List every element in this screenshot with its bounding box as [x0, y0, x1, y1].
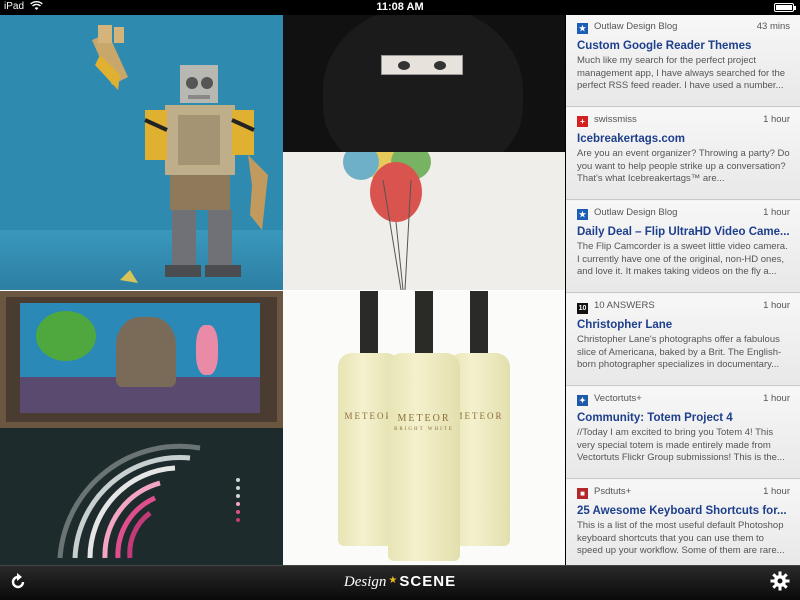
feed-item-excerpt: Are you an event organizer? Throwing a p… — [577, 148, 790, 184]
feed-item-source: ★ Outlaw Design Blog 43 mins — [577, 21, 790, 34]
cartoon-image-tile[interactable] — [0, 291, 283, 428]
feed-item[interactable]: ★ Outlaw Design Blog 43 mins Custom Googl… — [566, 15, 800, 107]
star-icon: ★ — [577, 23, 588, 34]
feed-item-time: 43 mins — [756, 21, 790, 32]
logo-star-icon: ★ — [388, 575, 398, 586]
battery-icon — [774, 3, 796, 12]
ten-icon: 10 — [577, 303, 588, 314]
feed-item-source: ★ Outlaw Design Blog 1 hour — [577, 207, 790, 220]
feed-item-time: 1 hour — [763, 207, 790, 218]
logo-design-text: Design — [343, 574, 387, 590]
feed-item-excerpt: The Flip Camcorder is a sweet little vid… — [577, 241, 788, 277]
feed-item-time: 1 hour — [763, 486, 790, 497]
vectortuts-icon: ✦ — [577, 395, 588, 406]
feed-item-excerpt: //Today I am excited to bring you Totem … — [577, 427, 785, 463]
feed-item-title[interactable]: Icebreakertags.com — [577, 133, 790, 145]
bottle-sublabel: BRIGHT WHITE — [394, 427, 454, 432]
feed-list: ★ Outlaw Design Blog 43 mins Custom Googl… — [566, 15, 800, 565]
feed-item[interactable]: ■ Psdtuts+ 1 hour 25 Awesome Keyboard Sho… — [566, 480, 800, 565]
psdtuts-icon: ■ — [577, 488, 588, 499]
feed-item-excerpt: Christopher Lane's photographs offer a f… — [577, 334, 782, 370]
feed-item-title[interactable]: Daily Deal – Flip UltraHD Video Came... — [577, 226, 790, 238]
image-grid: METEOR METEOR METEOR BRIGHT WHITE — [0, 15, 565, 565]
feed-item-title[interactable]: Custom Google Reader Themes — [577, 40, 790, 52]
status-bar: iPad 11:08 AM — [0, 0, 800, 15]
feed-item-excerpt: Much like my search for the perfect proj… — [577, 55, 786, 91]
star-icon: ★ — [577, 209, 588, 220]
status-time: 11:08 AM — [376, 1, 424, 13]
feed-item-time: 1 hour — [763, 114, 790, 125]
feed-item[interactable]: + swissmiss 1 hour Icebreakertags.com Are… — [566, 108, 800, 200]
app-logo: Design ★ SCENE — [0, 573, 800, 591]
gear-icon[interactable] — [770, 571, 792, 593]
feed-item-source: + swissmiss 1 hour — [577, 114, 790, 128]
feed-item[interactable]: 10 10 ANSWERS 1 hour Christopher Lane Chr… — [566, 294, 800, 386]
feed-item[interactable]: ★ Outlaw Design Blog 1 hour Daily Deal – … — [566, 201, 800, 293]
balloons-image-tile[interactable] — [283, 152, 565, 290]
feed-item-excerpt: This is a list of the most useful defaul… — [577, 520, 785, 556]
feed-item-time: 1 hour — [763, 300, 790, 311]
feed-item-source: ■ Psdtuts+ 1 hour — [577, 486, 790, 500]
robot-image-tile[interactable] — [0, 15, 283, 290]
hair-face-image-tile[interactable] — [283, 15, 565, 152]
arc-graphic-image-tile[interactable] — [0, 428, 283, 565]
feed-item-time: 1 hour — [763, 393, 790, 404]
feed-item-title[interactable]: Community: Totem Project 4 — [577, 412, 790, 424]
bottom-toolbar: Design ★ SCENE — [0, 565, 800, 600]
feed-item-source: 10 10 ANSWERS 1 hour — [577, 300, 790, 314]
logo-scene-text: SCENE — [399, 573, 457, 590]
feed-item-source: ✦ Vectortuts+ 1 hour — [577, 393, 790, 407]
wine-bottles-image-tile[interactable]: METEOR METEOR METEOR BRIGHT WHITE — [283, 291, 565, 565]
feed-item-title[interactable]: 25 Awesome Keyboard Shortcuts for... — [577, 505, 790, 517]
feed-item[interactable]: ✦ Vectortuts+ 1 hour Community: Totem Pro… — [566, 387, 800, 479]
swiss-cross-icon: + — [577, 116, 588, 127]
bottle-label: METEOR — [397, 413, 451, 424]
feed-item-title[interactable]: Christopher Lane — [577, 319, 790, 331]
